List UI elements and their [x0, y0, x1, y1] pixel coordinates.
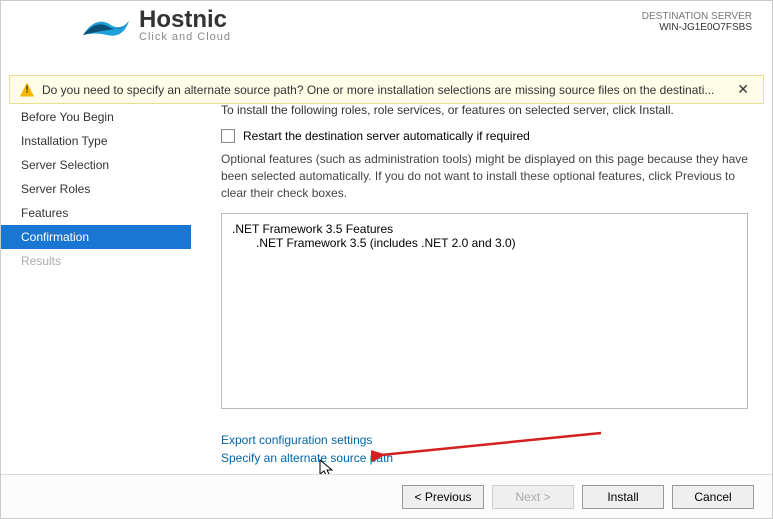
- logo-swoosh-icon: [81, 5, 131, 45]
- sidebar-item-confirmation[interactable]: Confirmation: [1, 225, 191, 249]
- cancel-button[interactable]: Cancel: [672, 485, 754, 509]
- export-config-link[interactable]: Export configuration settings: [221, 431, 748, 449]
- logo-main-text: Hostnic: [139, 8, 231, 32]
- next-button: Next >: [492, 485, 574, 509]
- feature-list: .NET Framework 3.5 Features .NET Framewo…: [221, 213, 748, 409]
- links: Export configuration settings Specify an…: [221, 431, 748, 467]
- sidebar-item-features[interactable]: Features: [1, 201, 191, 225]
- intro-text: To install the following roles, role ser…: [221, 103, 748, 117]
- destination-server: DESTINATION SERVER WIN-JG1E0O7FSBS: [642, 5, 752, 33]
- logo-sub-text: Click and Cloud: [139, 32, 231, 43]
- feature-child: .NET Framework 3.5 (includes .NET 2.0 an…: [232, 236, 737, 250]
- restart-checkbox[interactable]: [221, 129, 235, 143]
- warning-text: Do you need to specify an alternate sour…: [42, 83, 725, 97]
- logo: Hostnic Click and Cloud: [81, 5, 231, 45]
- previous-button[interactable]: < Previous: [402, 485, 484, 509]
- sidebar-item-results: Results: [1, 249, 191, 273]
- optional-text: Optional features (such as administratio…: [221, 151, 748, 201]
- destination-name: WIN-JG1E0O7FSBS: [642, 22, 752, 33]
- install-button[interactable]: Install: [582, 485, 664, 509]
- footer: < Previous Next > Install Cancel: [1, 474, 772, 518]
- header: Hostnic Click and Cloud DESTINATION SERV…: [1, 1, 772, 69]
- feature-parent: .NET Framework 3.5 Features: [232, 222, 737, 236]
- destination-label: DESTINATION SERVER: [642, 11, 752, 22]
- sidebar-item-server-selection[interactable]: Server Selection: [1, 153, 191, 177]
- sidebar-item-before-you-begin[interactable]: Before You Begin: [1, 105, 191, 129]
- main-content: To install the following roles, role ser…: [191, 99, 772, 474]
- restart-label: Restart the destination server automatic…: [243, 129, 530, 143]
- sidebar-item-server-roles[interactable]: Server Roles: [1, 177, 191, 201]
- warning-icon: !: [20, 83, 34, 97]
- restart-row: Restart the destination server automatic…: [221, 129, 748, 143]
- sidebar: Before You Begin Installation Type Serve…: [1, 99, 191, 474]
- specify-source-link[interactable]: Specify an alternate source path: [221, 449, 748, 467]
- sidebar-item-installation-type[interactable]: Installation Type: [1, 129, 191, 153]
- close-icon[interactable]: ✕: [733, 81, 753, 98]
